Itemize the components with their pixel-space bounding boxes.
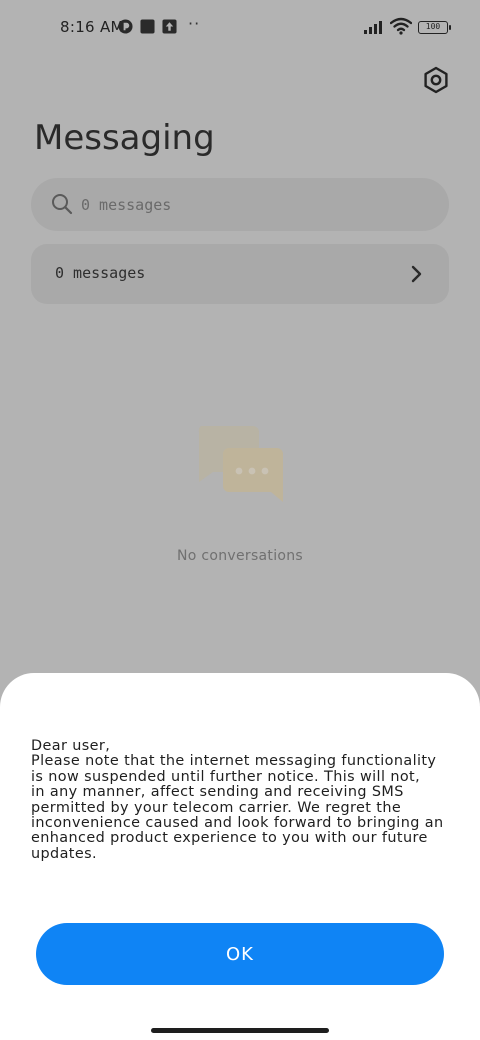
notice-line: in any manner, affect sending and receiv… [31, 784, 404, 801]
battery-level: 100 [425, 22, 441, 31]
search-bar[interactable] [31, 178, 449, 231]
notice-bottom-sheet: Dear user, Please note that the internet… [0, 673, 480, 1040]
app-notification-icon [118, 19, 133, 34]
notice-line: Please note that the internet messaging … [31, 753, 437, 770]
notice-line: permitted by your telecom carrier. We re… [31, 799, 402, 816]
more-notifications-indicator: ·· [188, 14, 201, 33]
search-icon [52, 194, 73, 215]
gear-icon[interactable] [422, 66, 450, 94]
notice-line: updates. [31, 845, 97, 862]
chevron-right-icon [411, 265, 422, 283]
status-bar: 8:16 AM ·· 100 [0, 0, 480, 54]
page-title: Messaging [34, 118, 215, 158]
home-indicator[interactable] [151, 1028, 329, 1033]
upload-notification-icon [162, 19, 177, 34]
notice-message: Dear user, Please note that the internet… [31, 738, 471, 862]
messages-count-label: 0 messages [55, 264, 146, 282]
notice-line: is now suspended until further notice. T… [31, 768, 421, 785]
notice-line: Dear user, [31, 738, 111, 754]
status-time: 8:16 AM [60, 18, 124, 36]
search-input[interactable] [81, 178, 421, 231]
battery-icon: 100 [418, 21, 451, 34]
ok-button[interactable]: OK [36, 923, 444, 985]
notice-line: enhanced product experience to you with … [31, 830, 428, 847]
signal-icon [364, 21, 382, 34]
messages-summary-card[interactable]: 0 messages [31, 244, 449, 304]
chat-bubbles-icon [198, 426, 283, 502]
square-notification-icon [140, 19, 155, 34]
wifi-icon [390, 17, 412, 35]
notice-line: inconvenience caused and look forward to… [31, 815, 444, 832]
empty-state-text: No conversations [176, 548, 304, 564]
